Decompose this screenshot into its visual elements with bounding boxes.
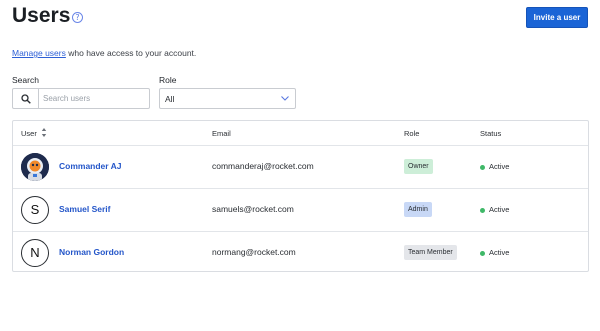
role-select[interactable]: All <box>159 88 296 109</box>
sort-icon[interactable] <box>41 127 47 138</box>
intro-text: Manage users who have access to your acc… <box>12 48 196 58</box>
avatar <box>21 153 49 181</box>
column-header-role: Role <box>404 129 420 138</box>
table-row[interactable]: N Norman Gordon normang@rocket.com Team … <box>13 232 588 274</box>
chevron-down-icon <box>281 96 289 101</box>
search-field[interactable] <box>12 88 150 109</box>
status-text: Active <box>489 162 510 171</box>
user-name-link[interactable]: Samuel Serif <box>59 204 111 214</box>
astronaut-avatar-icon <box>21 153 49 181</box>
avatar: N <box>21 239 49 267</box>
status-dot-icon <box>480 208 485 213</box>
status-dot-icon <box>480 251 485 256</box>
role-badge: Owner <box>404 159 433 174</box>
column-header-status: Status <box>480 129 502 138</box>
status-text: Active <box>489 205 510 214</box>
table-row[interactable]: Commander AJ commanderaj@rocket.com Owne… <box>13 146 588 188</box>
avatar: S <box>21 196 49 224</box>
search-icon <box>21 94 31 104</box>
status-dot-icon <box>480 165 485 170</box>
search-icon-cell[interactable] <box>13 89 39 108</box>
users-table: User Email Role Status Commander AJ comm… <box>12 120 589 272</box>
user-name-link[interactable]: Norman Gordon <box>59 247 124 257</box>
invite-user-button[interactable]: Invite a user <box>526 7 588 28</box>
user-email: commanderaj@rocket.com <box>212 161 314 171</box>
user-name-link[interactable]: Commander AJ <box>59 161 122 171</box>
column-header-user: User <box>21 129 37 138</box>
intro-rest-text: who have access to your account. <box>65 48 197 58</box>
role-label: Role <box>159 75 177 85</box>
help-icon[interactable]: ? <box>72 12 83 23</box>
manage-users-link[interactable]: Manage users <box>12 48 66 58</box>
column-header-email: Email <box>212 129 231 138</box>
role-badge: Admin <box>404 202 432 217</box>
user-email: samuels@rocket.com <box>212 204 294 214</box>
role-select-value: All <box>165 94 175 104</box>
role-badge: Team Member <box>404 245 457 260</box>
user-email: normang@rocket.com <box>212 247 296 257</box>
search-input[interactable] <box>43 92 147 105</box>
search-label: Search <box>12 75 39 85</box>
page-title: Users <box>12 4 71 27</box>
table-row[interactable]: S Samuel Serif samuels@rocket.com Admin … <box>13 189 588 231</box>
status-text: Active <box>489 248 510 257</box>
